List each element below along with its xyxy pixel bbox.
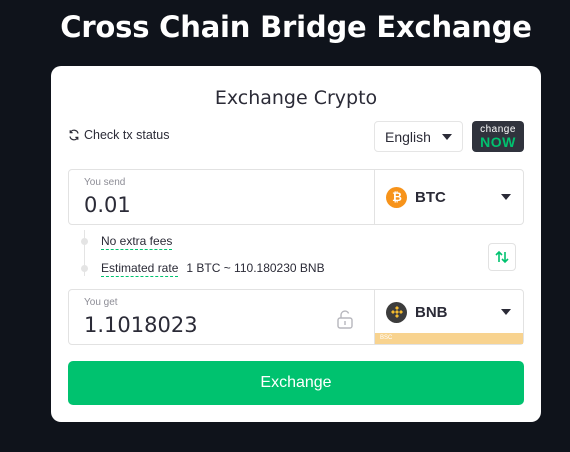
send-currency-select[interactable]: ₿ BTC — [375, 170, 523, 224]
rate-row: Estimated rate 1 BTC ~ 110.180230 BNB — [101, 261, 325, 277]
unlock-icon[interactable] — [335, 309, 355, 329]
get-amount-output: 1.1018023 — [84, 313, 198, 337]
send-amount-input[interactable]: 0.01 — [84, 193, 131, 217]
info-dot — [81, 265, 88, 272]
chevron-down-icon — [501, 194, 511, 200]
chevron-down-icon — [442, 133, 452, 140]
estimated-rate-link[interactable]: Estimated rate — [101, 261, 179, 277]
no-extra-fees-link[interactable]: No extra fees — [101, 234, 173, 250]
changenow-logo[interactable]: change NOW — [472, 121, 524, 152]
refresh-icon — [69, 129, 79, 141]
send-ticker: BTC — [415, 188, 446, 206]
logo-line-2: NOW — [480, 134, 516, 150]
bnb-icon — [386, 301, 407, 323]
info-dot — [81, 238, 88, 245]
get-field: You get 1.1018023 BNB BSC — [68, 289, 524, 345]
fees-row: No extra fees — [101, 234, 173, 250]
chevron-down-icon — [501, 309, 511, 315]
exchange-card: Exchange Crypto Check tx status English … — [51, 66, 541, 422]
get-ticker: BNB — [415, 303, 448, 321]
language-value: English — [385, 128, 431, 145]
language-select[interactable]: English — [374, 121, 463, 152]
page-title: Cross Chain Bridge Exchange — [60, 10, 532, 44]
exchange-button[interactable]: Exchange — [68, 361, 524, 405]
network-badge: BSC — [375, 333, 523, 344]
get-label: You get — [84, 297, 118, 308]
get-currency-select[interactable]: BNB — [375, 290, 523, 334]
check-tx-status-label: Check tx status — [84, 128, 170, 142]
estimated-rate-value: 1 BTC ~ 110.180230 BNB — [186, 261, 325, 275]
swap-arrows-icon — [495, 250, 509, 264]
svg-text:₿: ₿ — [392, 190, 402, 204]
check-tx-status-link[interactable]: Check tx status — [68, 128, 169, 142]
send-label: You send — [84, 177, 126, 188]
card-title: Exchange Crypto — [214, 87, 378, 109]
swap-button[interactable] — [488, 243, 516, 271]
send-field: You send 0.01 ₿ BTC — [68, 169, 524, 225]
bitcoin-icon: ₿ — [386, 186, 407, 208]
